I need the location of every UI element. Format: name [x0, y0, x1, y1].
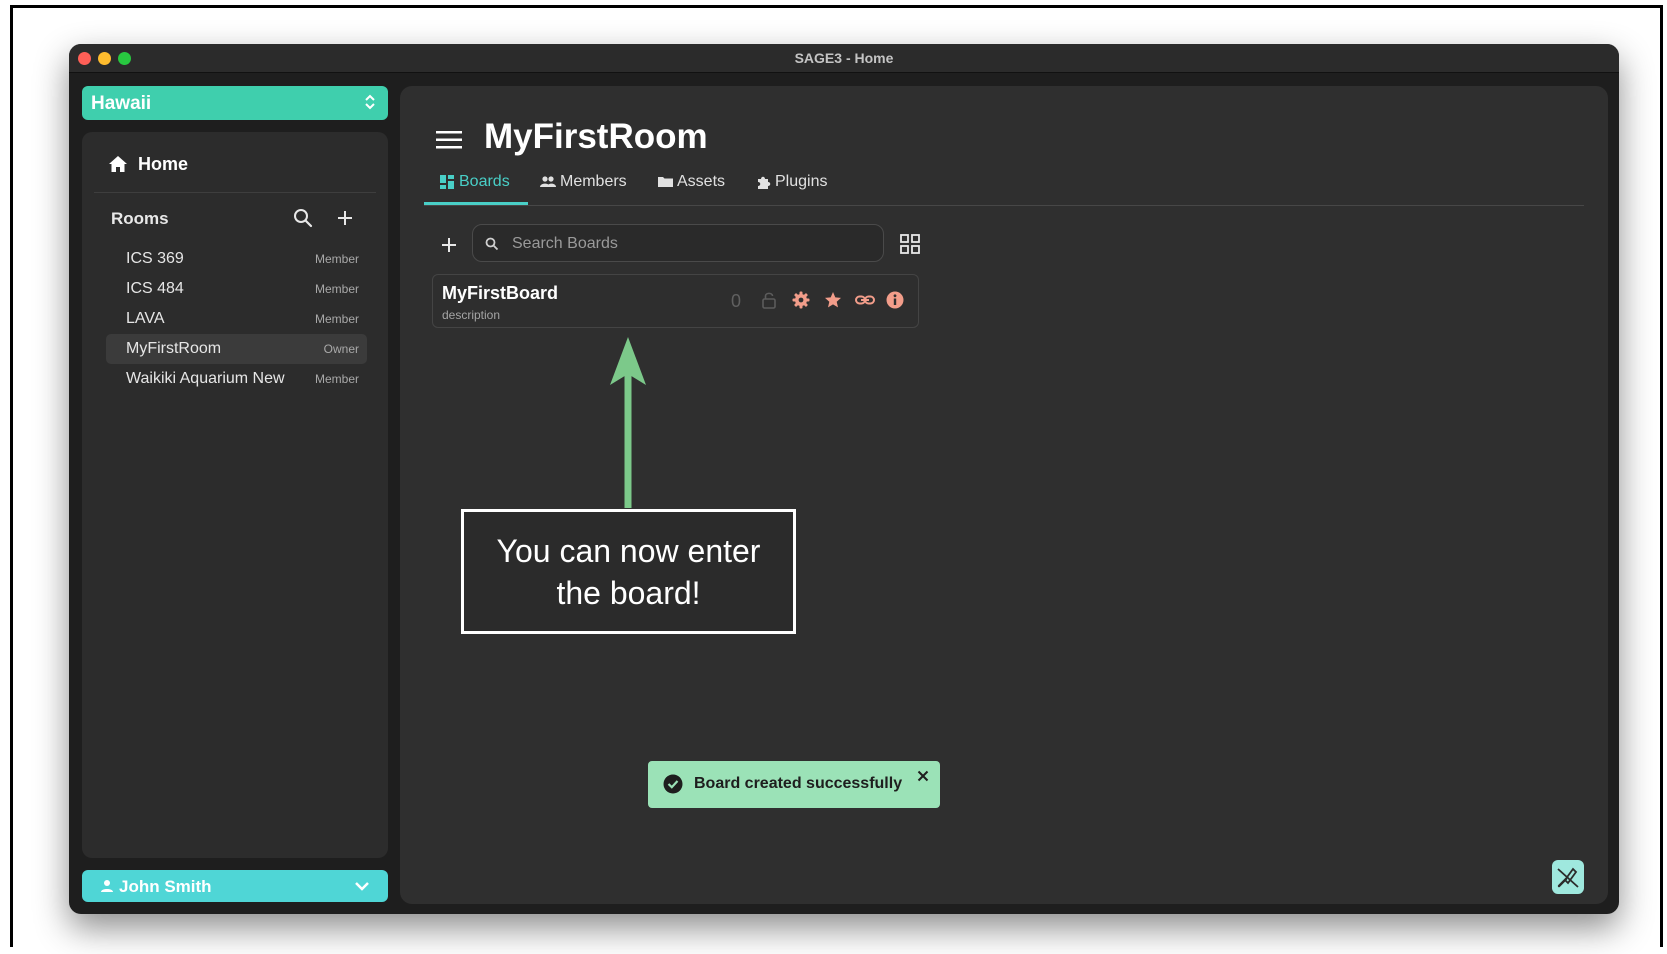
- callout-line-1: You can now enter: [496, 533, 761, 569]
- annotation-callout: You can now enter the board!: [461, 509, 796, 634]
- check-circle-icon: [663, 774, 683, 794]
- tab-label: Plugins: [775, 173, 828, 190]
- room-item[interactable]: Waikiki Aquarium New Member: [106, 364, 367, 394]
- room-role: Member: [314, 282, 359, 296]
- title-bar: SAGE3 - Home: [69, 44, 1619, 73]
- room-item[interactable]: ICS 369 Member: [106, 244, 367, 274]
- puzzle-icon: [758, 176, 771, 189]
- sidebar-panel: Home Rooms ICS 369 Member ICS 484 Member…: [82, 132, 388, 858]
- toast-message: Board created successfully: [694, 775, 903, 792]
- room-name: Waikiki Aquarium New: [126, 370, 285, 387]
- info-icon[interactable]: [886, 291, 904, 309]
- main-panel: MyFirstRoom Boards Members Assets Plugin…: [400, 86, 1608, 904]
- star-icon[interactable]: [824, 291, 842, 309]
- room-name: MyFirstRoom: [126, 340, 222, 357]
- search-icon[interactable]: [293, 208, 313, 228]
- chevron-down-icon: [355, 882, 369, 891]
- room-name: ICS 369: [126, 250, 184, 267]
- updown-chevron-icon: [365, 94, 375, 110]
- room-role: Member: [314, 312, 359, 326]
- board-name: MyFirstBoard: [442, 283, 559, 303]
- page-title: MyFirstRoom: [484, 117, 708, 156]
- grid-view-icon[interactable]: [900, 234, 920, 254]
- search-boards-field[interactable]: [472, 224, 884, 262]
- org-select[interactable]: Hawaii: [82, 86, 388, 120]
- sidebar-divider: [94, 192, 376, 193]
- org-select-label: Hawaii: [91, 93, 152, 114]
- tab-label: Members: [560, 173, 627, 190]
- folder-icon: [658, 177, 673, 187]
- add-board-icon[interactable]: [440, 236, 458, 254]
- board-description: description: [442, 308, 501, 322]
- person-icon: [101, 880, 113, 892]
- callout-line-2: the board!: [556, 575, 701, 611]
- room-role: Owner: [323, 342, 359, 356]
- room-item[interactable]: LAVA Member: [106, 304, 367, 334]
- boards-icon: [440, 175, 454, 189]
- add-room-icon[interactable]: [336, 209, 354, 227]
- success-toast: Board created successfully: [648, 761, 940, 808]
- board-card[interactable]: MyFirstBoard description 0: [432, 274, 919, 328]
- user-menu-button[interactable]: John Smith: [82, 870, 388, 902]
- room-name: ICS 484: [126, 280, 184, 297]
- room-role: Member: [314, 252, 359, 266]
- theme-toggle-button[interactable]: [1552, 860, 1584, 894]
- hamburger-menu-icon[interactable]: [436, 130, 462, 150]
- user-name: John Smith: [119, 877, 212, 896]
- annotation-arrow: [610, 337, 646, 508]
- gear-icon[interactable]: [792, 291, 810, 309]
- unlock-icon: [762, 292, 776, 309]
- room-role: Member: [314, 372, 359, 386]
- room-item-selected[interactable]: MyFirstRoom Owner: [106, 334, 367, 364]
- close-icon[interactable]: [917, 770, 929, 782]
- people-icon: [540, 176, 556, 187]
- room-item[interactable]: ICS 484 Member: [106, 274, 367, 304]
- active-tab-indicator: [424, 202, 528, 205]
- search-icon: [485, 237, 499, 251]
- room-list: ICS 369 Member ICS 484 Member LAVA Membe…: [106, 244, 367, 394]
- tab-label: Boards: [459, 173, 510, 190]
- window-title: SAGE3 - Home: [794, 50, 894, 66]
- home-icon: [109, 156, 127, 172]
- tab-label: Assets: [677, 173, 726, 190]
- home-label: Home: [138, 154, 189, 174]
- brush-icon: [1557, 867, 1579, 888]
- board-user-count: 0: [731, 291, 742, 311]
- link-icon[interactable]: [855, 291, 875, 309]
- rooms-header: Rooms: [111, 209, 169, 228]
- room-name: LAVA: [126, 310, 165, 327]
- search-boards-input[interactable]: [510, 231, 874, 257]
- tab-bar: Boards Members Assets Plugins: [424, 172, 1584, 206]
